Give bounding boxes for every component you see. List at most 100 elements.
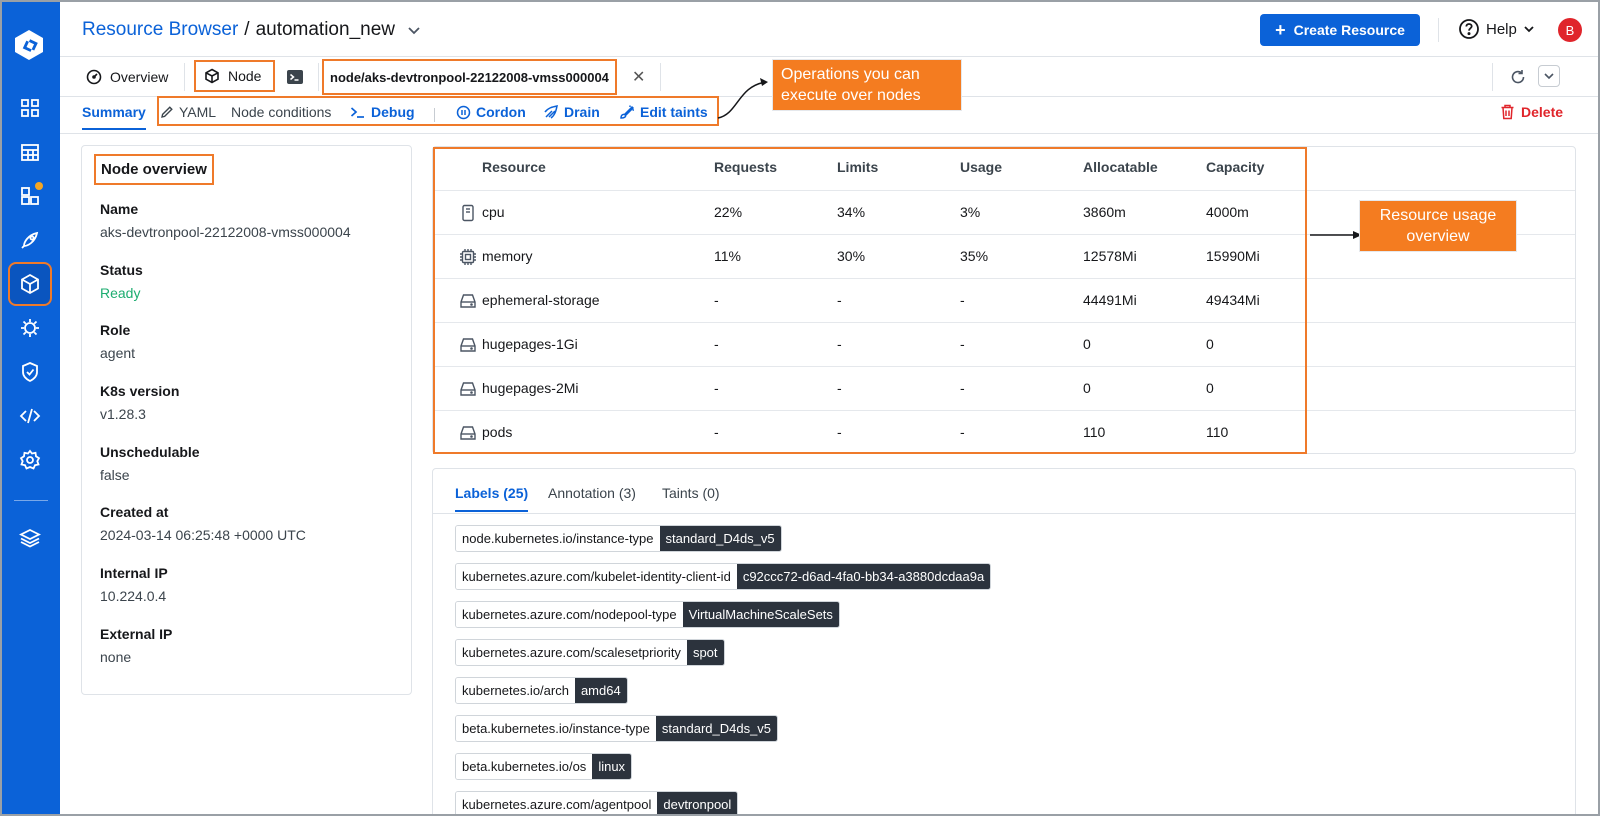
label-value: amd64 (574, 678, 627, 703)
column-header: Allocatable (1083, 159, 1158, 175)
help-menu[interactable]: Help (1458, 18, 1535, 40)
limits-cell: - (837, 424, 842, 440)
resource-usage-table: Resource Requests Limits Usage Allocatab… (432, 146, 1576, 454)
trash-icon (1501, 104, 1514, 120)
debug-button[interactable]: Debug (350, 104, 415, 120)
limits-cell: 34% (837, 204, 866, 220)
label-key: kubernetes.azure.com/nodepool-type (456, 602, 683, 627)
requests-cell: 22% (714, 204, 743, 220)
label-value: devtronpool (657, 792, 738, 814)
tab-node[interactable]: Node (194, 60, 276, 92)
label-key: kubernetes.io/arch (456, 678, 575, 703)
bug-icon[interactable] (10, 308, 50, 348)
yaml-label: YAML (179, 104, 217, 120)
allocatable-cell: 110 (1083, 424, 1106, 440)
node-conditions-button[interactable]: Node conditions (231, 104, 331, 120)
tab-node-detail[interactable]: node/aks-devtronpool-22122008-vmss000004 (322, 59, 617, 95)
tab-taints[interactable]: Taints (0) (662, 485, 720, 501)
resource-usage-annotation-line2: overview (1406, 228, 1470, 245)
tab-node-label: Node (228, 68, 262, 84)
resource-usage-annotation: Resource usage overview (1359, 200, 1517, 252)
requests-cell: 11% (714, 248, 741, 264)
create-resource-button[interactable]: + Create Resource (1260, 14, 1420, 46)
field-role: Role agent (100, 322, 135, 361)
resource-name: hugepages-2Mi (482, 380, 579, 396)
charts-icon[interactable] (10, 176, 50, 216)
chevron-down-icon[interactable] (407, 23, 421, 37)
field-value: aks-devtronpool-22122008-vmss000004 (100, 224, 351, 240)
pause-circle-icon (456, 105, 471, 119)
app-groups-icon[interactable] (10, 132, 50, 172)
apps-grid-icon[interactable] (10, 88, 50, 128)
dashboard-gauge-icon (86, 69, 102, 85)
field-created-at: Created at 2024-03-14 06:25:48 +0000 UTC (100, 504, 306, 543)
delete-button[interactable]: Delete (1500, 104, 1563, 120)
table-row: hugepages-2Mi - - - 0 0 (433, 367, 1575, 411)
stack-layers-icon[interactable] (10, 498, 50, 548)
table-row: hugepages-1Gi - - - 0 0 (433, 323, 1575, 367)
tab-overview[interactable]: Overview (86, 57, 168, 97)
capacity-cell: 49434Mi (1206, 292, 1260, 308)
label-value: standard_D4ds_v5 (655, 716, 778, 741)
label-key: kubernetes.azure.com/scalesetpriority (456, 640, 687, 665)
memory-chip-icon (460, 249, 476, 265)
tabs-dropdown-chevron-icon[interactable] (1538, 65, 1560, 87)
terminal-icon (287, 70, 303, 84)
allocatable-cell: 44491Mi (1083, 292, 1137, 308)
requests-cell: - (714, 380, 719, 396)
field-key: Name (100, 201, 139, 217)
tab-annotation[interactable]: Annotation (3) (548, 485, 636, 501)
node-conditions-label: Node conditions (231, 104, 332, 120)
deploy-rocket-icon[interactable] (10, 220, 50, 260)
tab-labels[interactable]: Labels (25) (455, 485, 529, 512)
limits-cell: 30% (837, 248, 866, 264)
avatar[interactable]: B (1558, 18, 1582, 42)
refresh-icon[interactable] (1506, 65, 1530, 89)
resource-name: hugepages-1Gi (482, 336, 578, 352)
security-shield-icon[interactable] (10, 352, 50, 392)
table-header-row: Resource Requests Limits Usage Allocatab… (433, 147, 1575, 191)
capacity-cell: 4000m (1206, 204, 1249, 220)
table-row: pods - - - 110 110 (433, 411, 1575, 455)
drain-button[interactable]: Drain (543, 104, 600, 120)
yaml-button[interactable]: YAML (160, 104, 216, 120)
close-icon[interactable]: ✕ (632, 67, 645, 87)
resource-name: cpu (482, 204, 505, 220)
create-resource-label: Create Resource (1293, 22, 1405, 38)
app-window: Resource Browser / automation_new + Crea… (0, 0, 1600, 816)
limits-cell: - (837, 380, 842, 396)
label-chip: kubernetes.azure.com/nodepool-type Virtu… (455, 601, 840, 628)
tabs-divider (433, 513, 1575, 514)
capacity-cell: 15990Mi (1206, 248, 1260, 264)
field-value: none (100, 649, 132, 665)
field-unschedulable: Unschedulable false (100, 444, 200, 483)
cluster-name[interactable]: automation_new (256, 19, 395, 41)
resource-usage-annotation-line1: Resource usage (1379, 207, 1497, 224)
label-value: c92ccc72-d6ad-4fa0-bb34-a3880dcdaa9a (736, 564, 991, 589)
tab-divider (318, 63, 319, 91)
allocatable-cell: 0 (1083, 336, 1091, 352)
tab-summary[interactable]: Summary (82, 104, 146, 130)
limits-cell: - (837, 336, 842, 352)
field-value: false (100, 467, 130, 483)
storage-drive-icon (460, 338, 476, 352)
field-value: agent (100, 345, 136, 361)
taint-brush-icon (620, 105, 635, 119)
cordon-button[interactable]: Cordon (456, 104, 526, 120)
capacity-cell: 0 (1206, 380, 1214, 396)
resource-browser-cube-icon[interactable] (8, 262, 52, 306)
label-key: node.kubernetes.io/instance-type (456, 526, 660, 551)
label-chip: kubernetes.azure.com/agentpool devtronpo… (455, 791, 739, 814)
devtron-logo-icon[interactable] (12, 28, 46, 62)
settings-gear-icon[interactable] (10, 440, 50, 480)
breadcrumb-resource-browser-link[interactable]: Resource Browser (82, 19, 238, 41)
label-key: beta.kubernetes.io/os (456, 754, 593, 779)
tab-terminal[interactable] (286, 57, 304, 97)
code-icon[interactable] (10, 396, 50, 436)
edit-taints-button[interactable]: Edit taints (619, 104, 708, 120)
storage-drive-icon (460, 426, 476, 440)
field-external-ip: External IP none (100, 626, 172, 665)
edit-taints-label: Edit taints (640, 104, 708, 120)
sidebar (2, 2, 60, 814)
breadcrumb: Resource Browser / automation_new (82, 19, 421, 41)
